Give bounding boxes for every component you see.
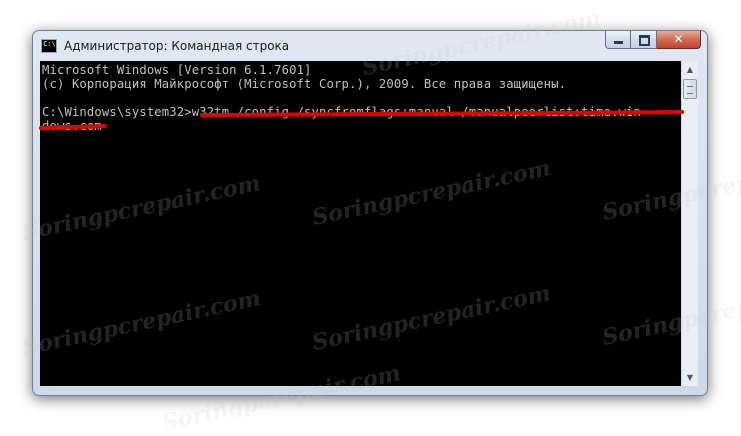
- console-line-command-wrap: dows.com: [42, 119, 102, 133]
- minimize-icon: [614, 41, 623, 44]
- console-output[interactable]: Microsoft Windows [Version 6.1.7601] (c)…: [40, 61, 681, 386]
- vertical-scrollbar[interactable]: ▲ ▼: [681, 61, 698, 386]
- console-line-copyright: (c) Корпорация Майкрософт (Microsoft Cor…: [42, 77, 567, 91]
- window-title: Администратор: Командная строка: [64, 39, 290, 53]
- console-line-command: C:\Windows\system32>w32tm /config /syncf…: [42, 105, 641, 119]
- maximize-button[interactable]: [631, 31, 657, 49]
- title-bar[interactable]: C:\ Администратор: Командная строка ✕: [33, 31, 707, 61]
- scroll-down-icon[interactable]: ▼: [682, 369, 698, 386]
- cmd-window: C:\ Администратор: Командная строка ✕ Mi…: [32, 30, 708, 396]
- console-line-version: Microsoft Windows [Version 6.1.7601]: [42, 63, 312, 77]
- close-icon: ✕: [673, 32, 684, 46]
- caption-buttons: ✕: [605, 31, 701, 50]
- scroll-up-icon[interactable]: ▲: [682, 61, 698, 78]
- scroll-thumb[interactable]: [683, 79, 697, 99]
- minimize-button[interactable]: [605, 31, 631, 49]
- maximize-icon: [639, 35, 650, 46]
- close-button[interactable]: ✕: [657, 31, 701, 49]
- cmd-app-icon[interactable]: C:\: [41, 39, 57, 53]
